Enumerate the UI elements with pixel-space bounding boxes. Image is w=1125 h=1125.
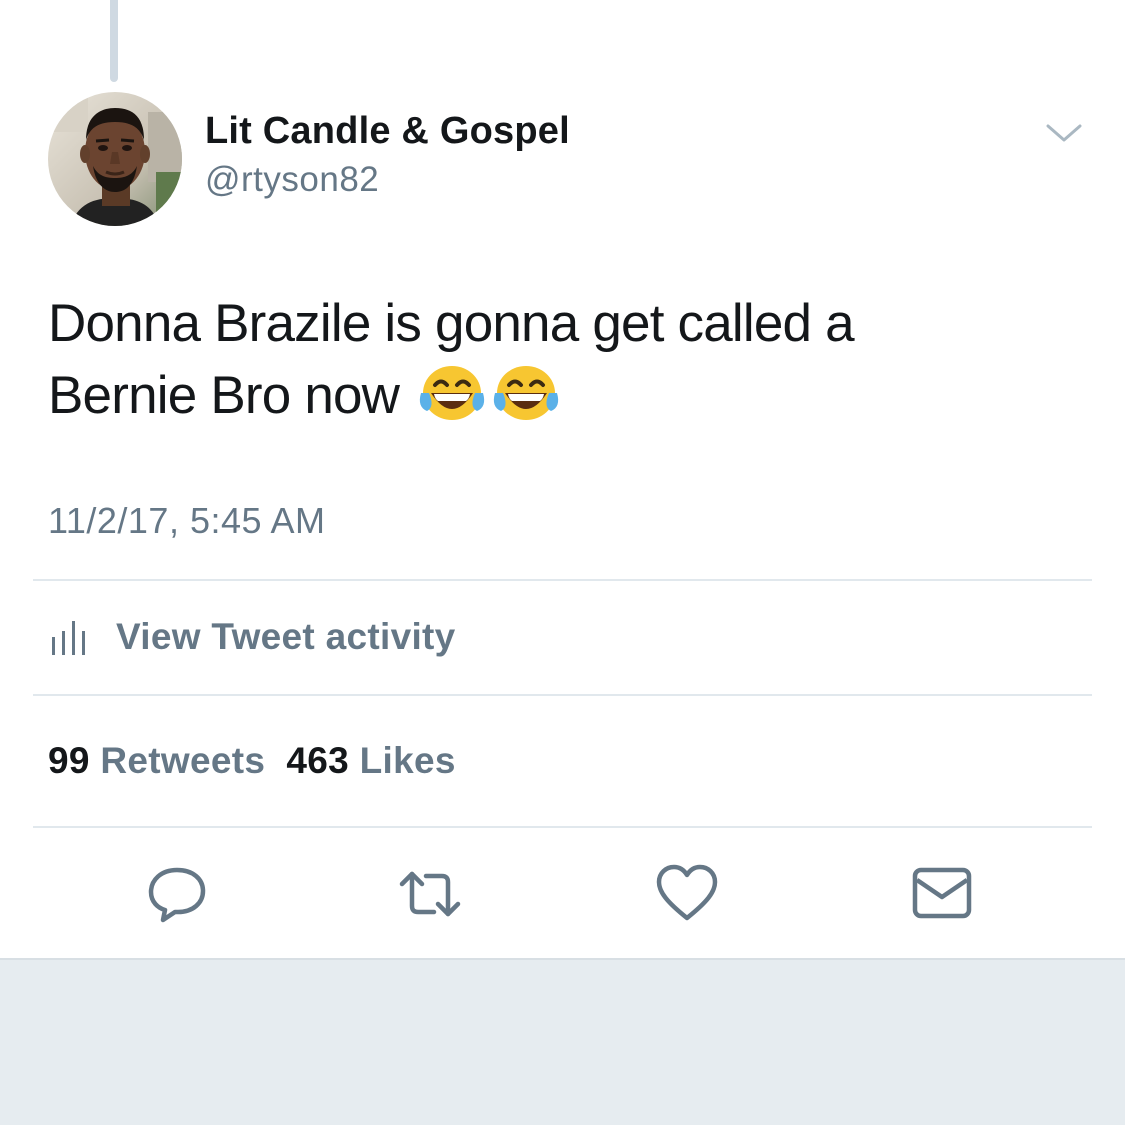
bottom-background-area	[0, 958, 1125, 1125]
avatar[interactable]	[48, 92, 182, 226]
avatar-photo	[48, 92, 182, 226]
analytics-bars-icon	[52, 621, 85, 655]
retweets-count: 99	[48, 740, 90, 781]
engagement-stats: 99 Retweets 463 Likes	[48, 740, 456, 782]
tweet-detail-screen: Lit Candle & Gospel @rtyson82 Donna Braz…	[0, 0, 1125, 1125]
retweet-arrows-icon[interactable]	[398, 862, 462, 926]
divider	[33, 826, 1092, 828]
likes-stat[interactable]: 463 Likes	[286, 740, 455, 781]
retweets-stat[interactable]: 99 Retweets	[48, 740, 265, 781]
tweet-text-line: Donna Brazile is gonna get called a	[48, 294, 855, 353]
reply-bubble-icon[interactable]	[145, 862, 209, 926]
view-tweet-activity-label: View Tweet activity	[116, 616, 456, 657]
likes-label: Likes	[359, 740, 456, 781]
chevron-down-icon[interactable]	[1044, 118, 1084, 148]
tweet-timestamp: 11/2/17, 5:45 AM	[48, 500, 326, 541]
heart-icon[interactable]	[655, 862, 719, 926]
divider	[33, 579, 1092, 581]
tweet-text-line: Bernie Bro now	[48, 366, 400, 425]
likes-count: 463	[286, 740, 350, 781]
tweet-text: Donna Brazile is gonna get called a Bern…	[48, 288, 1088, 432]
view-tweet-activity-button[interactable]: View Tweet activity	[48, 612, 456, 662]
tweet-text-line-with-emoji: Bernie Bro now	[48, 360, 1088, 432]
face-with-tears-of-joy-icon	[419, 366, 485, 420]
retweets-label: Retweets	[100, 740, 266, 781]
envelope-icon[interactable]	[910, 862, 974, 926]
divider	[33, 694, 1092, 696]
display-name[interactable]: Lit Candle & Gospel	[205, 110, 570, 153]
face-with-tears-of-joy-icon	[493, 366, 559, 420]
user-handle[interactable]: @rtyson82	[205, 160, 379, 200]
thread-connector-line	[110, 0, 118, 82]
